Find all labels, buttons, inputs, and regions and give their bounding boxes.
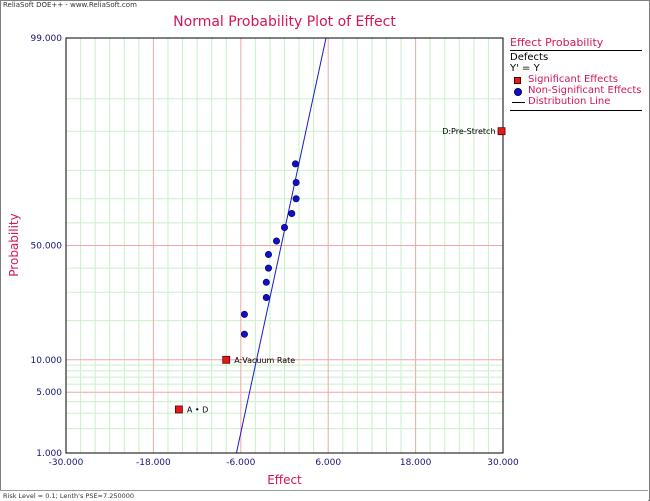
non-significant-point [292,195,300,203]
y-tick-label: 10.000 [31,356,63,366]
x-tick-label: 30.000 [487,458,519,468]
y-tick-label: 50.000 [31,242,63,252]
line-marker-icon [512,102,525,103]
significant-point-label: D:Pre-Stretch [442,127,495,136]
red-square-marker-icon [514,77,521,84]
non-significant-point [240,310,248,318]
non-significant-point [264,264,272,272]
legend-title: Effect Probability [510,36,642,51]
non-significant-point [272,237,280,245]
significant-point-label: A:Vacuum Rate [234,356,295,365]
footer-caption: Risk Level = 0.1; Lenth's PSE=7.250000 [3,492,135,500]
non-significant-point [240,330,248,338]
blue-dot-marker-icon [514,88,522,96]
non-significant-point [291,160,299,168]
non-significant-point [262,293,270,301]
non-significant-point [292,179,300,187]
x-tick-label: -18.000 [136,458,171,468]
significant-point [497,127,506,136]
non-significant-point [262,278,270,286]
x-tick-label: -30.000 [49,458,84,468]
footer-bar: Risk Level = 0.1; Lenth's PSE=7.250000 [0,490,648,501]
y-tick-label: 99.000 [31,34,63,44]
non-significant-point [264,250,272,258]
legend-subtitle: Defects [510,52,549,63]
x-tick-label: 6.000 [315,458,341,468]
significant-point [222,355,231,364]
y-tick-label: 1.000 [36,449,62,459]
legend: Effect Probability Defects Y' = Y Signif… [510,36,642,111]
non-significant-point [280,223,288,231]
legend-item-distribution-line: Distribution Line [510,96,642,107]
x-tick-label: -6.000 [226,458,255,468]
legend-divider [510,110,642,111]
non-significant-point [288,210,296,218]
x-tick-label: 18.000 [400,458,432,468]
significant-point [174,405,183,414]
significant-point-label: A • D [187,405,208,414]
legend-label-significant: Significant Effects [528,74,618,85]
legend-item-significant: Significant Effects [510,74,642,85]
y-tick-label: 5.000 [36,388,62,398]
legend-item-non-significant: Non-Significant Effects [510,85,642,96]
legend-label-non-significant: Non-Significant Effects [528,85,642,96]
legend-formula: Y' = Y [510,63,540,74]
legend-label-distribution-line: Distribution Line [528,96,611,107]
